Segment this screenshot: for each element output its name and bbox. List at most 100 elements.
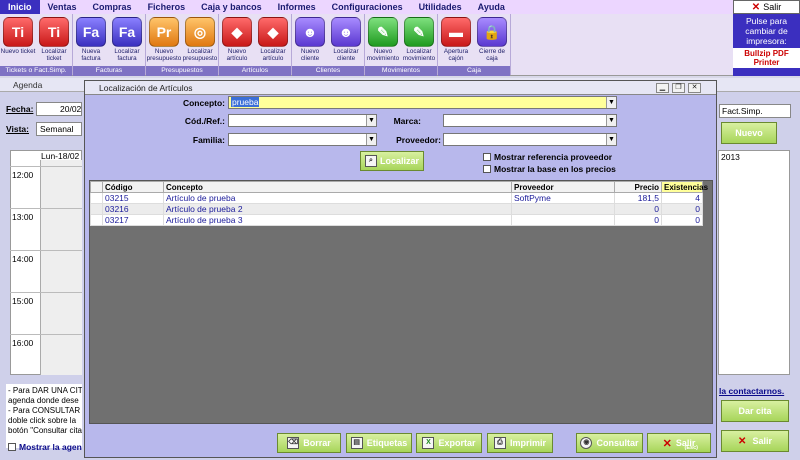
ribbon-button[interactable]: Fa Localizar factura xyxy=(109,14,145,66)
column-header[interactable]: Proveedor xyxy=(511,181,615,193)
ribbon-icon: ☻ xyxy=(295,17,325,47)
ribbon-group-title: Artículos xyxy=(219,66,291,76)
column-header[interactable]: Código xyxy=(102,181,164,193)
minimize-icon[interactable]: ▁ xyxy=(656,83,669,93)
ribbon-button[interactable]: Fa Nueva factura xyxy=(73,14,109,66)
concepto-input[interactable]: prueba ▼ xyxy=(228,96,617,109)
chevron-down-icon[interactable]: ▼ xyxy=(606,134,616,145)
table-row[interactable]: 03216 Artículo de prueba 2 00 xyxy=(90,203,703,215)
table-cell: 0 xyxy=(614,203,662,215)
dialog-titlebar: Localización de Artículos ▁ ❐ ✕ xyxy=(85,81,716,95)
table-row[interactable]: 03217 Artículo de prueba 3 00 xyxy=(90,214,703,226)
export-button[interactable]: X Exportar xyxy=(416,433,482,453)
results-table-area[interactable]: Código Concepto Proveedor Precio Existencias… xyxy=(89,180,713,424)
fecha-field[interactable]: 20/02 xyxy=(36,102,82,116)
ribbon-button[interactable]: 🔒 Cierre de caja xyxy=(474,14,510,66)
ribbon-icon: ✎ xyxy=(368,17,398,47)
table-cell: 0 xyxy=(661,203,703,215)
menu-informes[interactable]: Informes xyxy=(270,0,324,14)
printer-selector[interactable]: Pulse para cambiar de impresora: Bullzip… xyxy=(733,14,800,76)
menu-ventas[interactable]: Ventas xyxy=(40,0,85,14)
column-header[interactable]: Existencias xyxy=(661,181,708,193)
ribbon-icon: ◆ xyxy=(222,17,252,47)
contact-link[interactable]: la contactarnos. xyxy=(719,386,784,396)
ribbon-label: Localizar artículo xyxy=(260,48,286,62)
menu-configuraciones[interactable]: Configuraciones xyxy=(324,0,411,14)
table-row[interactable]: 03215 Artículo de prueba SoftPyme 181,5 4 xyxy=(90,192,703,204)
ribbon-button[interactable]: ✎ Nuevo movimiento xyxy=(365,14,401,66)
consult-button[interactable]: ◉ Consultar xyxy=(576,433,643,453)
agenda-column[interactable] xyxy=(40,160,82,375)
menu-inicio[interactable]: Inicio xyxy=(0,0,40,14)
chevron-down-icon[interactable]: ▼ xyxy=(606,115,616,126)
doc-type-select[interactable]: Fact.Simp. xyxy=(719,104,791,118)
restore-icon[interactable]: ❐ xyxy=(672,83,685,93)
table-cell: 181,5 xyxy=(614,192,662,204)
give-appointment-button[interactable]: Dar cita xyxy=(721,400,789,422)
help-line: doble click sobre la xyxy=(8,416,77,425)
column-header[interactable]: Concepto xyxy=(163,181,512,193)
ribbon-button[interactable]: Ti Nuevo ticket xyxy=(0,14,36,66)
ribbon-button[interactable]: ◎ Localizar presupuesto xyxy=(182,14,218,66)
marca-select[interactable]: ▼ xyxy=(443,114,617,127)
ribbon-button[interactable]: ✎ Localizar movimiento xyxy=(401,14,437,66)
column-header[interactable]: Precio xyxy=(614,181,662,193)
ribbon-label: Nuevo presupuesto xyxy=(146,48,182,62)
menu-utilidades[interactable]: Utilidades xyxy=(411,0,470,14)
print-button[interactable]: ⎙ Imprimir xyxy=(487,433,553,453)
fecha-label: Fecha: xyxy=(6,104,34,114)
agenda-exit-button[interactable]: ✕ Salir xyxy=(721,430,789,452)
ribbon-label: Nuevo artículo xyxy=(226,48,248,62)
familia-select[interactable]: ▼ xyxy=(228,133,377,146)
ribbon-group: ▬ Apertura cajón 🔒 Cierre de caja Caja xyxy=(438,14,511,76)
delete-button[interactable]: ⌫ Borrar xyxy=(277,433,341,453)
time-slot-label: 12:00 xyxy=(12,170,34,180)
menu-compras[interactable]: Compras xyxy=(85,0,140,14)
ribbon-label: Apertura cajón xyxy=(443,48,469,62)
time-divider xyxy=(10,208,82,209)
table-cell xyxy=(511,203,615,215)
printer-icon: ⎙ xyxy=(493,437,506,449)
close-icon[interactable]: ✕ xyxy=(688,83,701,93)
new-button[interactable]: Nuevo xyxy=(721,122,777,144)
familia-label: Familia: xyxy=(192,135,225,145)
labels-button[interactable]: ▤ Etiquetas xyxy=(346,433,412,453)
table-cell: 0 xyxy=(661,214,703,226)
delete-icon: ⌫ xyxy=(287,437,300,449)
exit-label: Salir xyxy=(763,2,782,12)
ribbon-button[interactable]: Pr Nuevo presupuesto xyxy=(146,14,182,66)
menu-ficheros[interactable]: Ficheros xyxy=(140,0,194,14)
chevron-down-icon[interactable]: ▼ xyxy=(606,97,616,108)
ribbon-button[interactable]: Ti Localizar ticket xyxy=(36,14,72,66)
table-cell: 03216 xyxy=(102,203,164,215)
time-divider xyxy=(10,334,82,335)
show-supplier-ref-checkbox[interactable]: Mostrar referencia proveedor xyxy=(483,152,612,162)
ribbon-button[interactable]: ◆ Localizar artículo xyxy=(255,14,291,66)
menu-caja-y-bancos[interactable]: Caja y bancos xyxy=(193,0,270,14)
dialog-exit-button[interactable]: ✕ Salir (Esc) xyxy=(647,433,711,453)
ribbon-icon: ◆ xyxy=(258,17,288,47)
vista-field[interactable]: Semanal xyxy=(36,122,82,136)
proveedor-select[interactable]: ▼ xyxy=(443,133,617,146)
export-label: Exportar xyxy=(438,438,476,448)
show-agenda-checkbox[interactable]: Mostrar la agen xyxy=(8,442,82,452)
ribbon-button[interactable]: ☻ Nuevo cliente xyxy=(292,14,328,66)
ribbon-group: Ti Nuevo ticket Ti Localizar ticket Tickets … xyxy=(0,14,73,76)
table-cell: 03217 xyxy=(102,214,164,226)
fecha-value: 20/02 xyxy=(60,104,82,114)
show-base-price-checkbox[interactable]: Mostrar la base en los precios xyxy=(483,164,616,174)
menu-ayuda[interactable]: Ayuda xyxy=(470,0,513,14)
localizar-label: Localizar xyxy=(379,156,419,166)
codref-select[interactable]: ▼ xyxy=(228,114,377,127)
table-body: 03215 Artículo de prueba SoftPyme 181,5 4 032… xyxy=(90,192,703,226)
ribbon-button[interactable]: ☻ Localizar cliente xyxy=(328,14,364,66)
ribbon-button[interactable]: ◆ Nuevo artículo xyxy=(219,14,255,66)
search-icon: ⌕ xyxy=(364,155,377,167)
ribbon-button[interactable]: ▬ Apertura cajón xyxy=(438,14,474,66)
close-icon: ✕ xyxy=(751,1,761,13)
localizar-button[interactable]: ⌕ Localizar xyxy=(360,151,424,171)
show-agenda-label: Mostrar la agen xyxy=(19,442,82,452)
exit-button[interactable]: ✕ Salir xyxy=(733,0,800,14)
ribbon-icon: ◎ xyxy=(185,17,215,47)
agenda-right-grid[interactable]: 2013 xyxy=(718,150,790,375)
